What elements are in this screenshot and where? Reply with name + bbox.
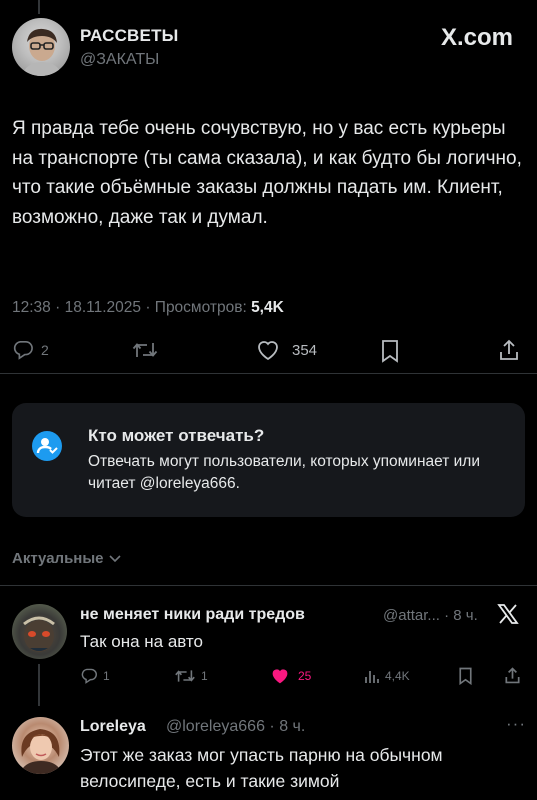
reply-icon — [13, 341, 33, 360]
reply-handle-time[interactable]: @attar... · 8 ч. — [383, 607, 478, 624]
brand-logo: X.com — [440, 24, 513, 51]
meta-separator: · — [55, 299, 65, 316]
views-count: 4,4K — [385, 669, 410, 683]
like-button[interactable]: 354 — [256, 339, 317, 361]
thread-connector — [38, 0, 40, 14]
divider — [0, 373, 537, 374]
sort-dropdown[interactable]: Актуальные — [12, 550, 122, 567]
views-count: 5,4K — [251, 299, 284, 316]
divider — [0, 585, 537, 586]
reply-count: 2 — [41, 342, 49, 358]
analytics-icon — [365, 671, 379, 683]
reply-text: Так она на авто — [80, 632, 203, 651]
chevron-down-icon — [108, 554, 121, 562]
avatar[interactable] — [12, 604, 67, 659]
reply-restriction-title: Кто может отвечать? — [88, 426, 265, 445]
retweet-count: 1 — [201, 669, 208, 683]
bookmark-button[interactable] — [380, 339, 400, 363]
mention-icon — [32, 431, 62, 461]
retweet-icon — [175, 670, 195, 682]
reply-restriction-card: Кто может отвечать? Отвечать могут польз… — [12, 403, 525, 517]
post-text: Я правда тебе очень сочувствую, но у вас… — [12, 118, 522, 228]
avatar[interactable] — [12, 18, 70, 76]
post-header: РАССВЕТЫ @ЗАКАТЫ X.com — [12, 18, 525, 78]
like-button[interactable]: 25 — [270, 667, 311, 685]
share-icon — [500, 339, 518, 360]
more-options-icon[interactable]: ··· — [506, 714, 526, 734]
x-logo-icon — [497, 603, 519, 632]
reply-restriction-body: Отвечать могут пользователи, которых упо… — [88, 453, 481, 492]
post-date[interactable]: 18.11.2025 — [65, 299, 141, 316]
views-button[interactable]: 4,4K — [364, 668, 410, 684]
views-label: Просмотров: — [154, 299, 247, 316]
post-time[interactable]: 12:38 — [12, 299, 51, 316]
heart-filled-icon — [272, 669, 288, 684]
bookmark-button[interactable] — [458, 667, 473, 685]
avatar[interactable] — [12, 717, 69, 774]
reply-author-name[interactable]: не меняет ники ради тредов — [80, 606, 305, 624]
like-count: 354 — [292, 341, 318, 359]
heart-icon — [258, 341, 278, 361]
sort-label: Актуальные — [12, 550, 104, 567]
share-icon — [505, 667, 520, 684]
reply-button[interactable]: 2 — [12, 340, 49, 360]
retweet-button[interactable] — [132, 340, 158, 360]
meta-separator: · — [145, 299, 155, 316]
reply-count: 1 — [103, 669, 110, 683]
reply-handle-time[interactable]: @loreleya666 · 8 ч. — [166, 718, 305, 736]
reply-text: Этот же заказ мог упасть парню на обычно… — [80, 745, 443, 791]
reply-icon — [81, 668, 97, 684]
display-name[interactable]: РАССВЕТЫ — [80, 26, 179, 46]
reply-action-bar: 1 1 25 4,4K — [0, 664, 537, 688]
share-button[interactable] — [498, 338, 520, 362]
bookmark-icon — [459, 667, 472, 685]
bookmark-icon — [382, 340, 398, 363]
like-count: 25 — [298, 669, 312, 683]
reply-button[interactable]: 1 — [80, 668, 110, 684]
share-button[interactable] — [504, 666, 521, 685]
retweet-icon — [132, 343, 158, 357]
user-handle[interactable]: @ЗАКАТЫ — [80, 51, 159, 69]
post-action-bar: 2 354 — [0, 336, 537, 366]
retweet-button[interactable]: 1 — [174, 668, 208, 684]
post-meta: 12:38 · 18.11.2025 · Просмотров: 5,4K — [12, 299, 284, 317]
reply-author-name[interactable]: Loreleya — [80, 718, 146, 736]
